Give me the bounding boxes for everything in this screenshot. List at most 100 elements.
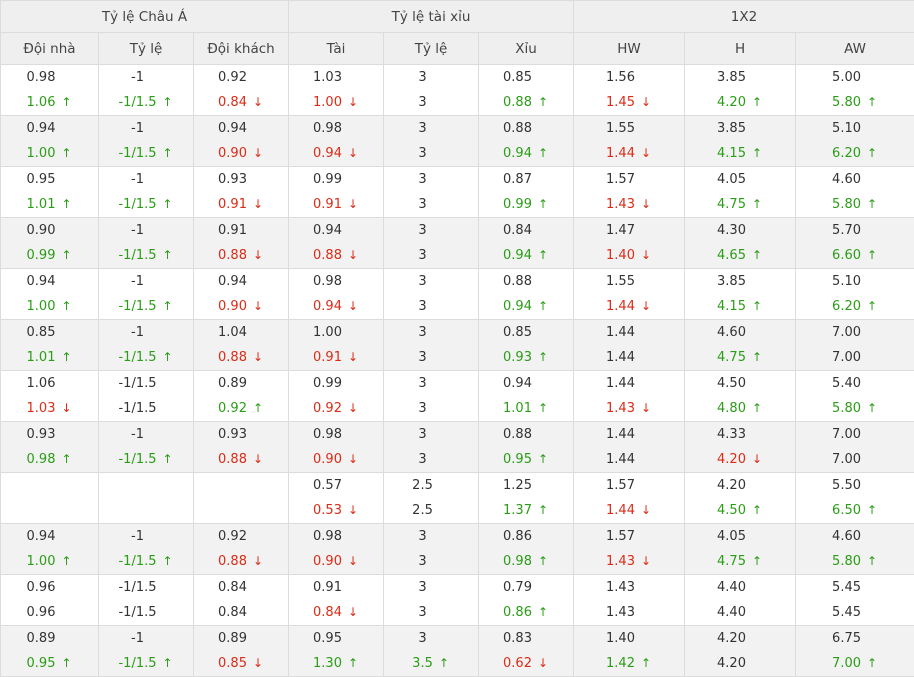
- odds-cell-away-win[interactable]: 5.506.50↑: [796, 473, 914, 524]
- col-header-away[interactable]: Đội khách: [194, 33, 289, 65]
- odds-cell-away-win[interactable]: 6.757.00↑: [796, 626, 914, 677]
- odds-cell-over[interactable]: 0.990.92↓: [289, 371, 384, 422]
- odds-cell-away[interactable]: [194, 473, 289, 524]
- odds-cell-draw[interactable]: 4.504.80↑: [685, 371, 796, 422]
- odds-cell-home[interactable]: 0.930.98↑: [1, 422, 99, 473]
- col-header-under[interactable]: Xỉu: [479, 33, 574, 65]
- odds-cell-handicap[interactable]: -1/1.5-1/1.5: [99, 575, 194, 626]
- odds-cell-away[interactable]: 0.930.91↓: [194, 167, 289, 218]
- odds-cell-away-win[interactable]: 4.605.80↑: [796, 524, 914, 575]
- odds-cell-away-win[interactable]: 5.106.20↑: [796, 116, 914, 167]
- odds-cell-total-line[interactable]: 33.5↑: [384, 626, 479, 677]
- odds-cell-home-win[interactable]: 1.441.44: [574, 422, 685, 473]
- odds-cell-away[interactable]: 0.920.84↓: [194, 65, 289, 116]
- odds-cell-home[interactable]: 0.960.96: [1, 575, 99, 626]
- table-row[interactable]: 0.890.95↑-1-1/1.5↑0.890.85↓0.951.30↑33.5…: [1, 626, 914, 677]
- col-header-over[interactable]: Tài: [289, 33, 384, 65]
- table-row[interactable]: 0.981.06↑-1-1/1.5↑0.920.84↓1.031.00↓330.…: [1, 65, 914, 116]
- odds-cell-away[interactable]: 0.890.92↑: [194, 371, 289, 422]
- odds-cell-away-win[interactable]: 5.005.80↑: [796, 65, 914, 116]
- odds-cell-total-line[interactable]: 33: [384, 575, 479, 626]
- odds-cell-under[interactable]: 0.790.86↑: [479, 575, 574, 626]
- odds-cell-away[interactable]: 0.910.88↓: [194, 218, 289, 269]
- odds-cell-home-win[interactable]: 1.561.45↓: [574, 65, 685, 116]
- odds-cell-home-win[interactable]: 1.571.43↓: [574, 524, 685, 575]
- table-row[interactable]: 0.960.96-1/1.5-1/1.50.840.840.910.84↓330…: [1, 575, 914, 626]
- odds-cell-home-win[interactable]: 1.441.43↓: [574, 371, 685, 422]
- odds-cell-total-line[interactable]: 2.52.5: [384, 473, 479, 524]
- odds-cell-total-line[interactable]: 33: [384, 167, 479, 218]
- odds-cell-over[interactable]: 0.990.91↓: [289, 167, 384, 218]
- odds-cell-handicap[interactable]: -1-1/1.5↑: [99, 626, 194, 677]
- odds-cell-handicap[interactable]: -1-1/1.5↑: [99, 167, 194, 218]
- table-row[interactable]: 0.941.00↑-1-1/1.5↑0.940.90↓0.980.94↓330.…: [1, 269, 914, 320]
- odds-cell-under[interactable]: 1.251.37↑: [479, 473, 574, 524]
- odds-cell-home-win[interactable]: 1.431.43: [574, 575, 685, 626]
- col-header-away-win[interactable]: AW: [796, 33, 914, 65]
- odds-cell-handicap[interactable]: -1-1/1.5↑: [99, 422, 194, 473]
- odds-cell-under[interactable]: 0.941.01↑: [479, 371, 574, 422]
- odds-cell-home-win[interactable]: 1.571.44↓: [574, 473, 685, 524]
- odds-cell-draw[interactable]: 3.854.15↑: [685, 116, 796, 167]
- table-row[interactable]: 1.061.03↓-1/1.5-1/1.50.890.92↑0.990.92↓3…: [1, 371, 914, 422]
- odds-cell-over[interactable]: 0.910.84↓: [289, 575, 384, 626]
- odds-cell-handicap[interactable]: -1-1/1.5↑: [99, 269, 194, 320]
- odds-cell-over[interactable]: 1.000.91↓: [289, 320, 384, 371]
- odds-cell-home-win[interactable]: 1.551.44↓: [574, 116, 685, 167]
- odds-cell-under[interactable]: 0.850.93↑: [479, 320, 574, 371]
- odds-cell-away[interactable]: 0.930.88↓: [194, 422, 289, 473]
- odds-cell-handicap[interactable]: -1-1/1.5↑: [99, 116, 194, 167]
- odds-cell-home[interactable]: 1.061.03↓: [1, 371, 99, 422]
- odds-cell-draw[interactable]: 4.054.75↑: [685, 524, 796, 575]
- odds-cell-away-win[interactable]: 7.007.00: [796, 320, 914, 371]
- odds-cell-over[interactable]: 0.570.53↓: [289, 473, 384, 524]
- col-header-total-line[interactable]: Tỷ lệ: [384, 33, 479, 65]
- odds-cell-under[interactable]: 0.830.62↓: [479, 626, 574, 677]
- odds-cell-home[interactable]: 0.981.06↑: [1, 65, 99, 116]
- col-header-home[interactable]: Đội nhà: [1, 33, 99, 65]
- odds-cell-total-line[interactable]: 33: [384, 218, 479, 269]
- odds-cell-total-line[interactable]: 33: [384, 65, 479, 116]
- odds-cell-under[interactable]: 0.880.94↑: [479, 269, 574, 320]
- odds-cell-home[interactable]: [1, 473, 99, 524]
- odds-cell-draw[interactable]: 3.854.15↑: [685, 269, 796, 320]
- odds-cell-total-line[interactable]: 33: [384, 371, 479, 422]
- odds-cell-home[interactable]: 0.851.01↑: [1, 320, 99, 371]
- odds-cell-total-line[interactable]: 33: [384, 524, 479, 575]
- odds-cell-draw[interactable]: 4.204.20: [685, 626, 796, 677]
- odds-cell-away-win[interactable]: 5.706.60↑: [796, 218, 914, 269]
- odds-cell-under[interactable]: 0.870.99↑: [479, 167, 574, 218]
- odds-cell-home[interactable]: 0.941.00↑: [1, 269, 99, 320]
- odds-cell-over[interactable]: 0.951.30↑: [289, 626, 384, 677]
- odds-cell-handicap[interactable]: -1/1.5-1/1.5: [99, 371, 194, 422]
- odds-cell-away[interactable]: 0.840.84: [194, 575, 289, 626]
- odds-cell-home-win[interactable]: 1.571.43↓: [574, 167, 685, 218]
- odds-cell-home-win[interactable]: 1.441.44: [574, 320, 685, 371]
- odds-cell-under[interactable]: 0.880.94↑: [479, 116, 574, 167]
- odds-cell-away-win[interactable]: 5.405.80↑: [796, 371, 914, 422]
- odds-cell-away[interactable]: 0.920.88↓: [194, 524, 289, 575]
- odds-cell-under[interactable]: 0.860.98↑: [479, 524, 574, 575]
- odds-cell-draw[interactable]: 4.054.75↑: [685, 167, 796, 218]
- table-row[interactable]: 0.900.99↑-1-1/1.5↑0.910.88↓0.940.88↓330.…: [1, 218, 914, 269]
- odds-cell-home[interactable]: 0.941.00↑: [1, 524, 99, 575]
- odds-cell-draw[interactable]: 4.334.20↓: [685, 422, 796, 473]
- odds-cell-over[interactable]: 0.940.88↓: [289, 218, 384, 269]
- odds-cell-total-line[interactable]: 33: [384, 422, 479, 473]
- odds-cell-draw[interactable]: 4.304.65↑: [685, 218, 796, 269]
- odds-cell-over[interactable]: 1.031.00↓: [289, 65, 384, 116]
- table-row[interactable]: 0.941.00↑-1-1/1.5↑0.920.88↓0.980.90↓330.…: [1, 524, 914, 575]
- odds-cell-home[interactable]: 0.941.00↑: [1, 116, 99, 167]
- odds-cell-home[interactable]: 0.900.99↑: [1, 218, 99, 269]
- col-header-home-win[interactable]: HW: [574, 33, 685, 65]
- odds-cell-under[interactable]: 0.840.94↑: [479, 218, 574, 269]
- odds-cell-away[interactable]: 0.940.90↓: [194, 269, 289, 320]
- odds-cell-over[interactable]: 0.980.90↓: [289, 524, 384, 575]
- odds-cell-draw[interactable]: 4.404.40: [685, 575, 796, 626]
- odds-cell-draw[interactable]: 4.604.75↑: [685, 320, 796, 371]
- odds-cell-home[interactable]: 0.890.95↑: [1, 626, 99, 677]
- odds-cell-handicap[interactable]: -1-1/1.5↑: [99, 218, 194, 269]
- table-row[interactable]: 0.930.98↑-1-1/1.5↑0.930.88↓0.980.90↓330.…: [1, 422, 914, 473]
- odds-cell-total-line[interactable]: 33: [384, 116, 479, 167]
- odds-cell-handicap[interactable]: [99, 473, 194, 524]
